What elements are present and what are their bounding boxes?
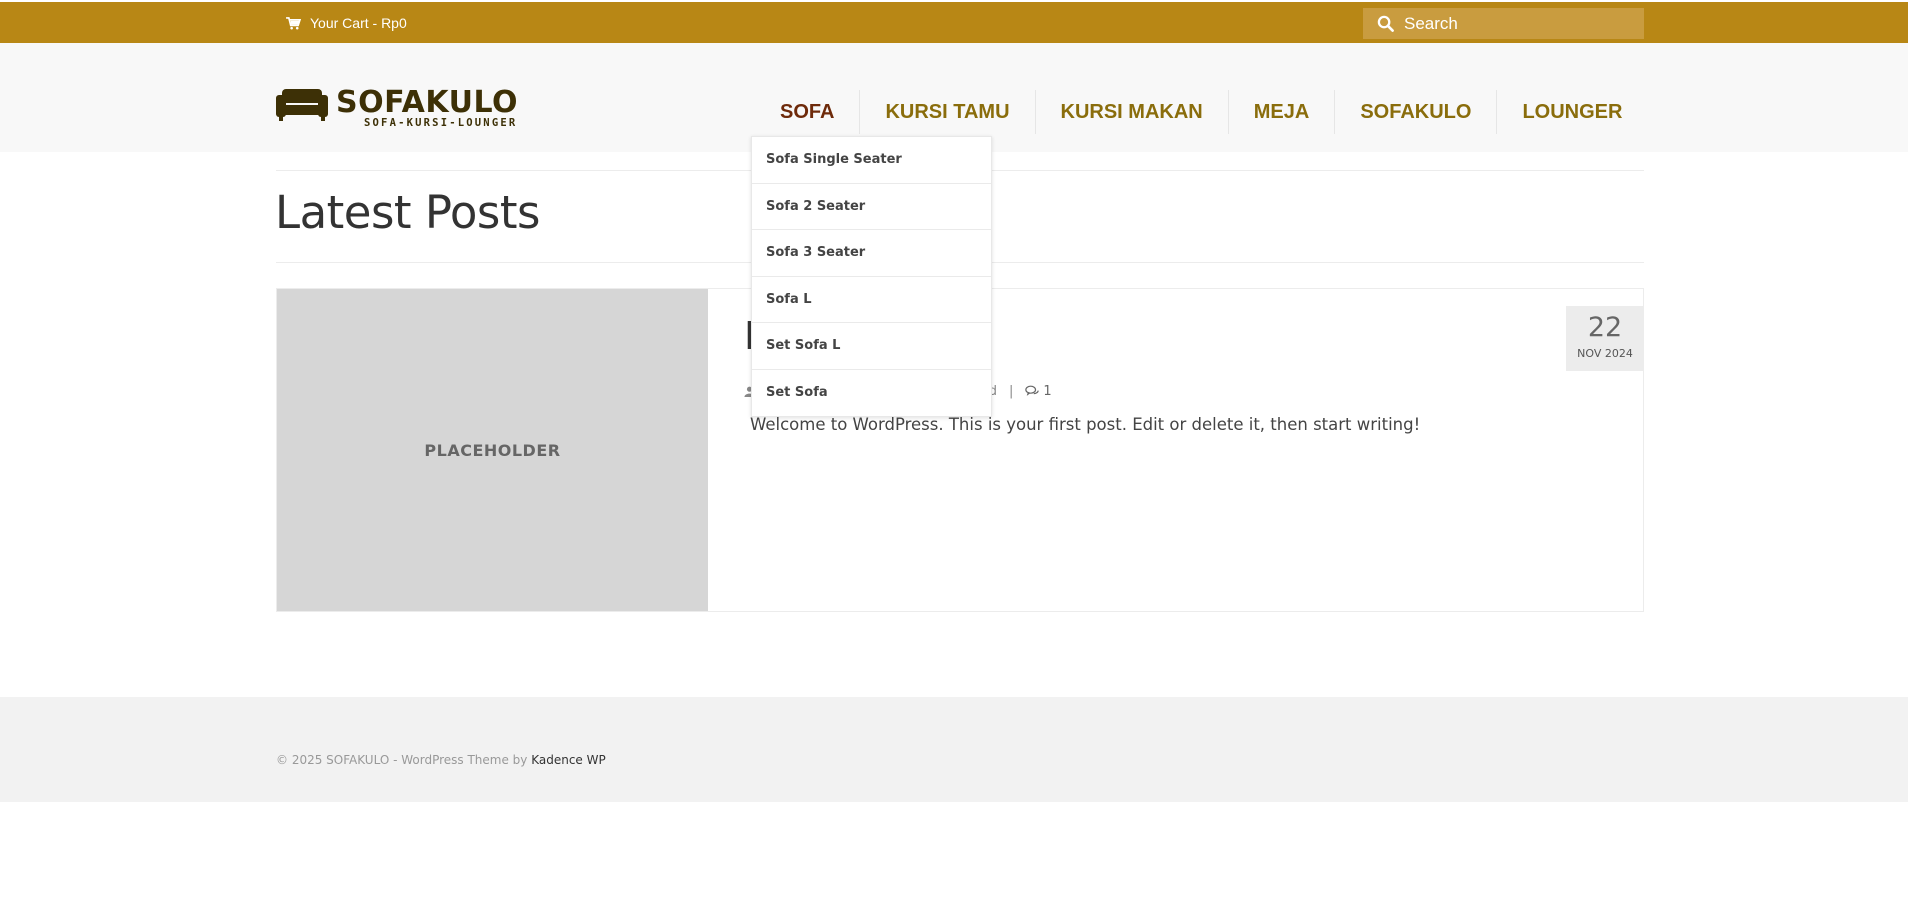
submenu-item-sofa-l[interactable]: Sofa L <box>752 277 991 323</box>
site-footer: © 2025 SOFAKULO - WordPress Theme by Kad… <box>0 697 1908 802</box>
post-date-month: NOV 2024 <box>1577 347 1633 360</box>
comments-link[interactable]: 1 <box>1025 383 1052 399</box>
main-nav: SOFA KURSI TAMU KURSI MAKAN MEJA SOFAKUL… <box>755 90 1647 134</box>
submenu-item-sofa-2-seater[interactable]: Sofa 2 Seater <box>752 184 991 230</box>
nav-item-meja[interactable]: MEJA <box>1227 90 1335 134</box>
submenu-item-sofa-single-seater[interactable]: Sofa Single Seater <box>752 137 991 184</box>
svg-text:SOFA-KURSI-LOUNGER: SOFA-KURSI-LOUNGER <box>364 117 517 129</box>
search-box <box>1363 8 1644 39</box>
submenu-item-set-sofa-l[interactable]: Set Sofa L <box>752 323 991 370</box>
nav-item-kursi-tamu[interactable]: KURSI TAMU <box>859 90 1034 134</box>
top-bar: Your Cart - Rp0 <box>0 2 1908 43</box>
meta-separator: | <box>1008 383 1014 399</box>
thumbnail-label: PLACEHOLDER <box>424 440 561 460</box>
nav-item-lounger[interactable]: LOUNGER <box>1496 90 1647 134</box>
nav-item-sofa[interactable]: SOFA <box>755 90 859 134</box>
nav-item-kursi-makan[interactable]: KURSI MAKAN <box>1034 90 1228 134</box>
shopping-cart-icon <box>286 16 301 29</box>
sofa-submenu: Sofa Single Seater Sofa 2 Seater Sofa 3 … <box>751 136 992 417</box>
post-thumbnail[interactable]: PLACEHOLDER <box>277 289 708 611</box>
post-excerpt: Welcome to WordPress. This is your first… <box>750 415 1421 434</box>
submenu-item-sofa-3-seater[interactable]: Sofa 3 Seater <box>752 230 991 277</box>
cart-link[interactable]: Your Cart - Rp0 <box>286 13 407 33</box>
sofa-logo-icon <box>276 89 328 121</box>
comment-count: 1 <box>1043 383 1052 399</box>
comments-icon <box>1025 385 1040 396</box>
theme-credit-link[interactable]: Kadence WP <box>531 753 606 767</box>
post-date-day: 22 <box>1587 312 1623 343</box>
post-date-badge: 22 NOV 2024 <box>1566 306 1644 371</box>
page-title: Latest Posts <box>275 186 540 239</box>
submenu-item-set-sofa[interactable]: Set Sofa <box>752 370 991 417</box>
cart-label: Your Cart - Rp0 <box>310 15 407 31</box>
search-icon[interactable] <box>1377 15 1394 32</box>
footer-credits: © 2025 SOFAKULO - WordPress Theme by Kad… <box>276 753 606 767</box>
site-logo[interactable]: SOFAKULO SOFA-KURSI-LOUNGER <box>276 83 548 133</box>
svg-text:SOFAKULO: SOFAKULO <box>336 85 518 120</box>
nav-item-sofakulo[interactable]: SOFAKULO <box>1334 90 1496 134</box>
search-input[interactable] <box>1404 13 1624 34</box>
copyright-text: © 2025 SOFAKULO - WordPress Theme by <box>276 753 532 767</box>
